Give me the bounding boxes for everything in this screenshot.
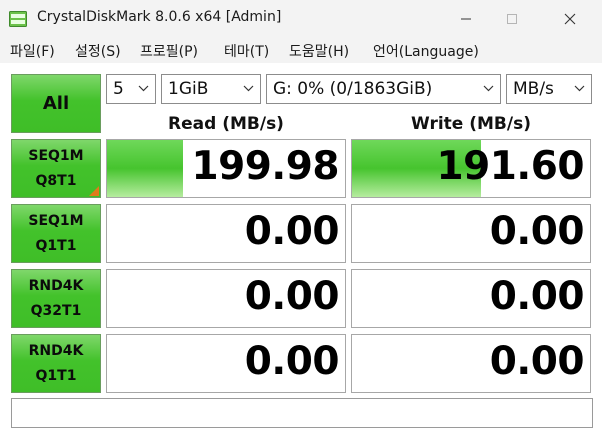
read-result-cell: 0.00 [106,334,346,393]
write-result-cell: 0.00 [351,204,591,263]
read-result-cell: 0.00 [106,269,346,328]
write-result-cell: 0.00 [351,334,591,393]
test-params: Q32T1 [30,302,82,319]
test-name: SEQ1M [28,212,84,229]
unit-value: MB/s [513,79,554,99]
title-bar: CrystalDiskMark 8.0.6 x64 [Admin] [0,0,602,37]
chevron-down-icon [138,85,149,92]
all-button[interactable]: All [11,74,101,133]
read-value: 0.00 [244,209,340,254]
read-column-header: Read (MB/s) [168,114,284,134]
count-select[interactable]: 5 [106,74,156,104]
menu-settings[interactable]: 설정(S) [75,41,121,61]
size-select[interactable]: 1GiB [161,74,261,104]
test-params: Q1T1 [35,367,77,384]
test-button-seq1m-q8t1[interactable]: SEQ1M Q8T1 [11,139,101,198]
write-value: 0.00 [489,339,585,384]
drive-select[interactable]: G: 0% (0/1863GiB) [266,74,501,104]
menu-language[interactable]: 언어(Language) [373,41,479,61]
unit-select[interactable]: MB/s [506,74,592,104]
test-params: Q8T1 [35,172,77,189]
size-value: 1GiB [168,79,209,99]
test-button-rnd4k-q1t1[interactable]: RND4K Q1T1 [11,334,101,393]
test-name: RND4K [28,342,84,359]
minimize-button[interactable] [443,0,489,37]
write-result-cell: 191.60 [351,139,591,198]
test-button-rnd4k-q32t1[interactable]: RND4K Q32T1 [11,269,101,328]
chevron-down-icon [574,85,585,92]
minimize-icon [461,18,471,20]
count-value: 5 [113,79,124,99]
test-button-seq1m-q1t1[interactable]: SEQ1M Q1T1 [11,204,101,263]
close-icon [564,13,576,25]
comment-field[interactable] [11,398,593,428]
read-value: 0.00 [244,339,340,384]
read-result-cell: 199.98 [106,139,346,198]
menu-bar: 파일(F) 설정(S) 프로필(P) 테마(T) 도움말(H) 언어(Langu… [0,37,602,63]
write-result-cell: 0.00 [351,269,591,328]
menu-file[interactable]: 파일(F) [10,41,55,61]
read-progress-bar [107,140,184,197]
chevron-down-icon [483,85,494,92]
read-result-cell: 0.00 [106,204,346,263]
menu-help[interactable]: 도움말(H) [289,41,349,61]
drive-value: G: 0% (0/1863GiB) [273,79,433,99]
disk-icon [9,11,27,27]
chevron-down-icon [243,85,254,92]
maximize-icon [507,14,517,24]
window-title: CrystalDiskMark 8.0.6 x64 [Admin] [37,9,282,25]
test-name: SEQ1M [28,147,84,164]
menu-theme[interactable]: 테마(T) [224,41,269,61]
write-value: 191.60 [436,144,585,189]
read-value: 199.98 [191,144,340,189]
write-value: 0.00 [489,274,585,319]
test-name: RND4K [28,277,84,294]
maximize-button[interactable] [489,0,535,37]
test-params: Q1T1 [35,237,77,254]
read-value: 0.00 [244,274,340,319]
menu-profile[interactable]: 프로필(P) [140,41,198,61]
write-value: 0.00 [489,209,585,254]
write-column-header: Write (MB/s) [411,114,531,134]
selected-marker [89,186,99,196]
close-button[interactable] [547,0,593,37]
